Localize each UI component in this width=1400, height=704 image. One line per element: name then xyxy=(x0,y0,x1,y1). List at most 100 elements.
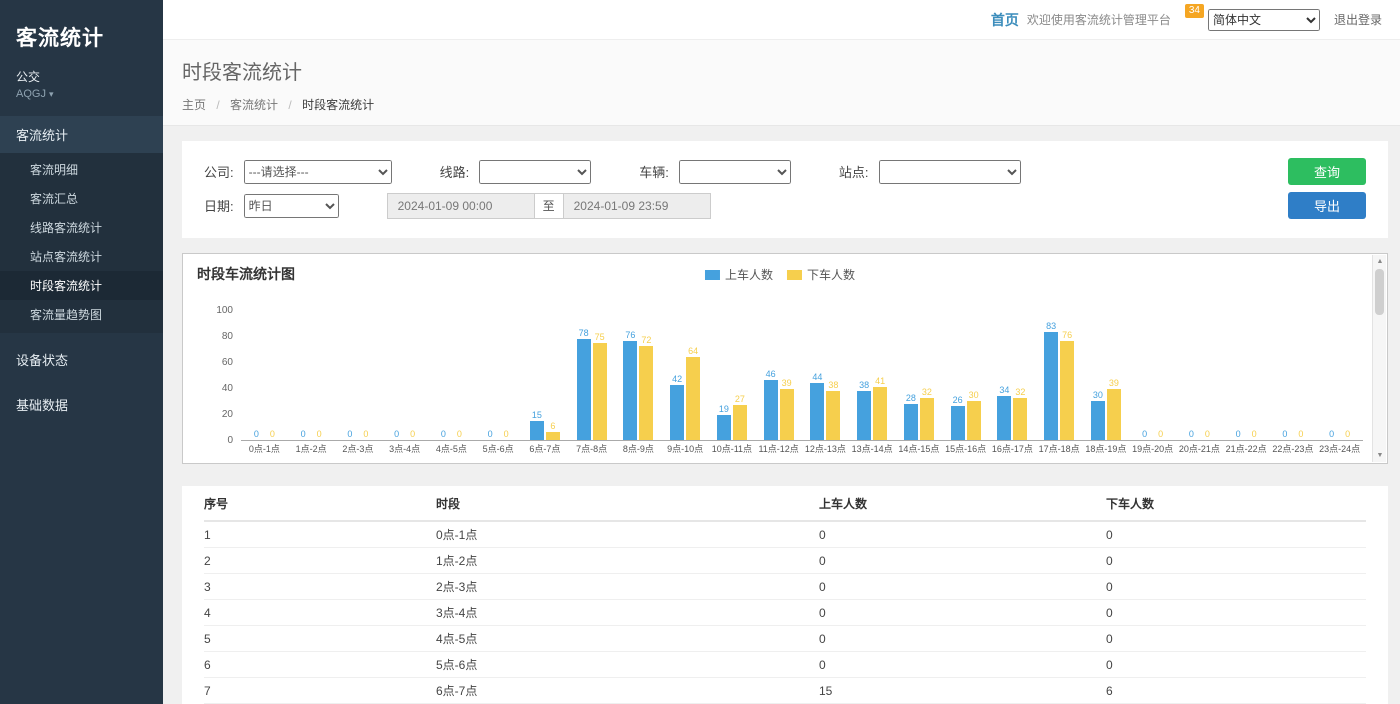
bar-value-label: 26 xyxy=(953,395,963,405)
scroll-up-icon[interactable]: ▲ xyxy=(1373,258,1387,265)
table-cell: 4 xyxy=(204,606,436,620)
table-row: 21点-2点00 xyxy=(204,548,1366,574)
sidebar-item-passenger-summary[interactable]: 客流汇总 xyxy=(0,184,163,213)
sidebar-item-trend-chart[interactable]: 客流量趋势图 xyxy=(0,300,163,329)
x-axis-label: 4点-5点 xyxy=(428,441,475,457)
bar-column: 0 xyxy=(249,429,263,440)
sidebar-item-device-status[interactable]: 设备状态 xyxy=(0,341,163,378)
bar xyxy=(733,405,747,440)
bar-group: 0021点-22点 xyxy=(1223,298,1270,457)
scrollbar-thumb[interactable] xyxy=(1375,269,1384,315)
sidebar-item-passenger-detail[interactable]: 客流明细 xyxy=(0,155,163,184)
line-label: 线路: xyxy=(440,162,470,181)
org-selector[interactable]: AQGJ▾ xyxy=(0,85,163,116)
bar-value-label: 75 xyxy=(595,332,605,342)
bar-column: 26 xyxy=(951,395,965,440)
scroll-down-icon[interactable]: ▼ xyxy=(1373,452,1387,459)
query-button[interactable]: 查询 xyxy=(1288,158,1366,185)
filter-row-2: 日期: 昨日 至 导出 xyxy=(204,192,1366,219)
chart-scrollbar[interactable]: ▲ ▼ xyxy=(1372,255,1386,462)
bar-pair: 00 xyxy=(288,298,335,441)
bar-column: 0 xyxy=(390,429,404,440)
bar-group: 42649点-10点 xyxy=(662,298,709,457)
sidebar-item-base-data[interactable]: 基础数据 xyxy=(0,386,163,423)
company-label: 公司: xyxy=(204,162,234,181)
table-cell: 0 xyxy=(819,632,1106,646)
bar-column: 38 xyxy=(826,380,840,440)
bar-value-label: 0 xyxy=(1236,429,1241,439)
bar-value-label: 0 xyxy=(504,429,509,439)
org-name: 公交 xyxy=(0,60,163,85)
bar-column: 34 xyxy=(997,385,1011,440)
table-row: 43点-4点00 xyxy=(204,600,1366,626)
station-filter: 站点: xyxy=(839,160,1021,184)
bar-pair: 7875 xyxy=(568,298,615,441)
bar-column: 19 xyxy=(717,404,731,440)
bar-pair: 00 xyxy=(1270,298,1317,441)
date-start-input[interactable] xyxy=(387,193,535,219)
sidebar-item-line-stats[interactable]: 线路客流统计 xyxy=(0,213,163,242)
table-cell: 2点-3点 xyxy=(436,578,819,595)
table-cell: 0 xyxy=(1106,580,1366,594)
x-axis-label: 3点-4点 xyxy=(381,441,428,457)
language-select[interactable]: 简体中文 xyxy=(1208,9,1320,31)
logout-link[interactable]: 退出登录 xyxy=(1334,11,1382,28)
bar-value-label: 41 xyxy=(875,376,885,386)
app-root: 客流统计 公交 AQGJ▾ 客流统计 客流明细 客流汇总 线路客流统计 站点客流… xyxy=(0,0,1400,704)
vehicle-select[interactable] xyxy=(679,160,791,184)
bar-group: 192710点-11点 xyxy=(709,298,756,457)
bar-value-label: 38 xyxy=(828,380,838,390)
welcome-text: 欢迎使用客流统计管理平台 xyxy=(1027,11,1171,28)
company-select[interactable]: ---请选择--- xyxy=(244,160,392,184)
bar-value-label: 6 xyxy=(550,421,555,431)
y-axis-tick: 100 xyxy=(216,305,233,316)
station-select[interactable] xyxy=(879,160,1021,184)
bar-value-label: 0 xyxy=(488,429,493,439)
bar-value-label: 30 xyxy=(969,390,979,400)
bar-value-label: 0 xyxy=(1189,429,1194,439)
chart-legend: 上车人数 下车人数 xyxy=(705,266,855,283)
bar xyxy=(1060,341,1074,440)
x-axis-label: 1点-2点 xyxy=(288,441,335,457)
breadcrumb-passenger-stats[interactable]: 客流统计 xyxy=(230,98,278,112)
date-end-input[interactable] xyxy=(563,193,711,219)
bar-column: 42 xyxy=(670,374,684,440)
bar-column: 0 xyxy=(1341,429,1355,440)
sidebar-item-passenger-stats[interactable]: 客流统计 xyxy=(0,116,163,153)
x-axis-label: 12点-13点 xyxy=(802,441,849,457)
bar-pair: 3432 xyxy=(989,298,1036,441)
bar-column: 0 xyxy=(452,429,466,440)
legend-item-alighting[interactable]: 下车人数 xyxy=(787,266,855,283)
notification-badge[interactable]: 34 xyxy=(1185,4,1204,18)
x-axis-label: 7点-8点 xyxy=(568,441,615,457)
bar-group: 0023点-24点 xyxy=(1316,298,1363,457)
legend-item-boarding[interactable]: 上车人数 xyxy=(705,266,773,283)
bar-column: 0 xyxy=(1138,429,1152,440)
x-axis-label: 5点-6点 xyxy=(475,441,522,457)
legend-swatch-boarding xyxy=(705,270,720,280)
x-axis-label: 11点-12点 xyxy=(755,441,802,457)
x-axis-label: 18点-19点 xyxy=(1083,441,1130,457)
export-button[interactable]: 导出 xyxy=(1288,192,1366,219)
data-table: 序号 时段 上车人数 下车人数 10点-1点0021点-2点0032点-3点00… xyxy=(182,486,1388,704)
bar xyxy=(920,398,934,440)
bar-value-label: 76 xyxy=(625,330,635,340)
table-cell: 0 xyxy=(819,606,1106,620)
legend-label-alighting: 下车人数 xyxy=(807,266,855,283)
sidebar-item-period-stats[interactable]: 时段客流统计 xyxy=(0,271,163,300)
line-filter: 线路: xyxy=(440,160,592,184)
home-link[interactable]: 首页 xyxy=(991,10,1019,30)
bar-value-label: 42 xyxy=(672,374,682,384)
bar-value-label: 0 xyxy=(270,429,275,439)
bar-column: 39 xyxy=(780,378,794,440)
date-preset-select[interactable]: 昨日 xyxy=(244,194,339,218)
breadcrumb-home[interactable]: 主页 xyxy=(182,98,206,112)
bar-pair: 00 xyxy=(1223,298,1270,441)
x-axis-label: 22点-23点 xyxy=(1270,441,1317,457)
legend-label-boarding: 上车人数 xyxy=(725,266,773,283)
line-select[interactable] xyxy=(479,160,591,184)
bar-pair: 4264 xyxy=(662,298,709,441)
sidebar-item-station-stats[interactable]: 站点客流统计 xyxy=(0,242,163,271)
bar-column: 0 xyxy=(1247,429,1261,440)
table-cell: 0 xyxy=(1106,632,1366,646)
